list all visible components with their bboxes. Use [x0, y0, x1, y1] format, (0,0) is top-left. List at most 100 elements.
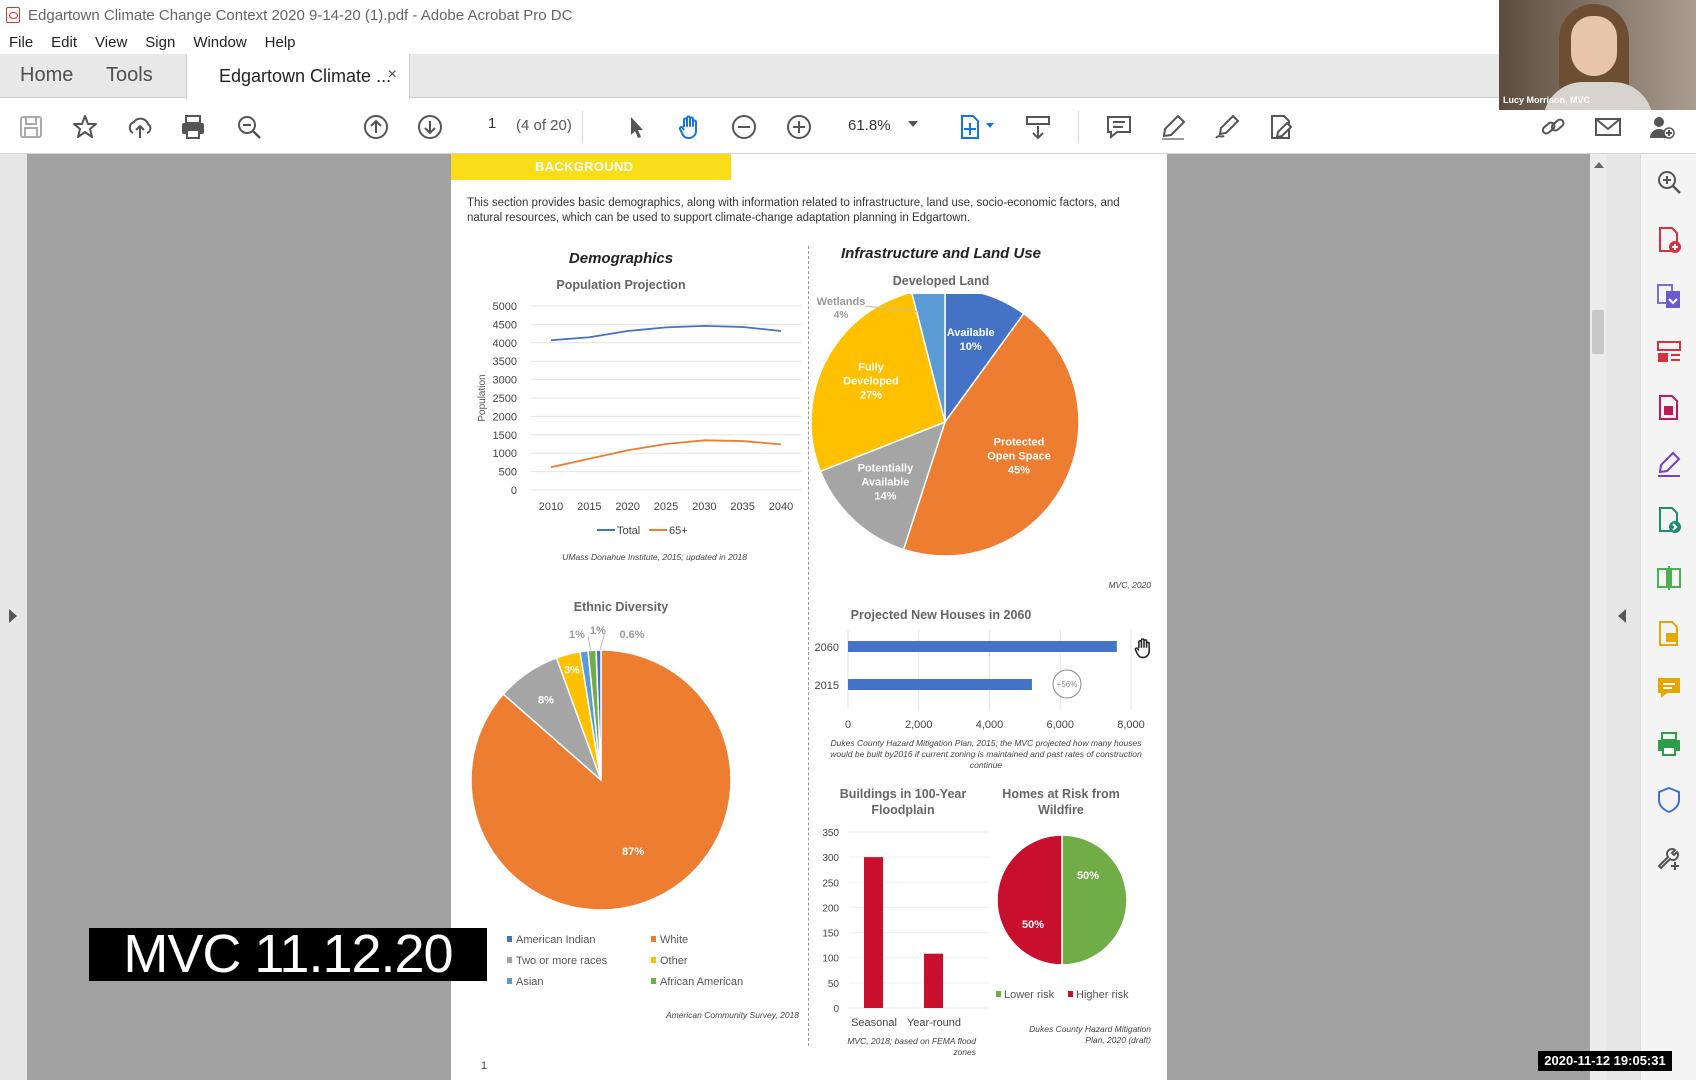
- zoom-search-icon[interactable]: [1655, 168, 1683, 196]
- scroll-up-icon[interactable]: [1594, 162, 1604, 168]
- wildfire-label-higher: 50%: [1022, 919, 1044, 931]
- print-icon[interactable]: [177, 111, 209, 143]
- print-production-icon[interactable]: [1655, 730, 1683, 758]
- select-cursor-icon[interactable]: [620, 111, 652, 143]
- add-user-icon[interactable]: [1646, 111, 1678, 143]
- legend-label: African American: [660, 976, 743, 988]
- tab-document[interactable]: Edgartown Climate ... ×: [186, 54, 410, 99]
- menu-edit[interactable]: Edit: [42, 34, 86, 51]
- sign-icon[interactable]: [1211, 111, 1243, 143]
- cloud-upload-icon[interactable]: [124, 111, 156, 143]
- column-divider: [808, 246, 809, 1046]
- y-tick-label: 0: [511, 485, 517, 497]
- tab-home[interactable]: Home: [20, 64, 73, 87]
- menu-file[interactable]: File: [0, 34, 42, 51]
- more-tools-icon[interactable]: [1655, 844, 1683, 872]
- tab-tools[interactable]: Tools: [106, 64, 153, 87]
- previous-page-icon[interactable]: [360, 111, 392, 143]
- projected-houses-title: Projected New Houses in 2060: [850, 608, 1032, 622]
- menu-help[interactable]: Help: [256, 34, 305, 51]
- comment-tool-icon[interactable]: [1655, 674, 1683, 702]
- y-tick-label: 5000: [493, 301, 517, 313]
- wildfire-source: Dukes County Hazard Mitigation Plan, 202…: [1029, 1024, 1151, 1045]
- menu-sign[interactable]: Sign: [136, 34, 184, 51]
- save-icon[interactable]: [15, 111, 47, 143]
- menu-window[interactable]: Window: [184, 34, 255, 51]
- email-icon[interactable]: [1592, 111, 1624, 143]
- menu-view[interactable]: View: [86, 34, 136, 51]
- y-tick-label: 2500: [493, 393, 517, 405]
- legend-label: White: [660, 934, 688, 946]
- send-file-icon[interactable]: [1655, 506, 1683, 534]
- x-tick-label: 2020: [615, 501, 639, 513]
- highlight-pen-icon[interactable]: [1157, 111, 1189, 143]
- vertical-scrollbar[interactable]: [1590, 154, 1606, 1080]
- y-tick-label: 2000: [493, 411, 517, 423]
- zoom-out-icon[interactable]: [728, 111, 760, 143]
- x-tick-label: 2035: [730, 501, 754, 513]
- close-tab-icon[interactable]: ×: [388, 66, 397, 84]
- zoom-level[interactable]: 61.8%: [848, 117, 891, 134]
- scroll-thumb[interactable]: [1592, 310, 1604, 354]
- bar-2060: [848, 641, 1117, 652]
- x-tick-label: 2,000: [905, 719, 933, 731]
- search-zoom-icon[interactable]: [233, 111, 265, 143]
- collapse-right-panel-icon[interactable]: [1618, 609, 1626, 623]
- tab-bar: Home Tools Edgartown Climate ... ×: [0, 54, 1696, 99]
- ethnic-diversity-title: Ethnic Diversity: [573, 600, 669, 614]
- next-page-icon[interactable]: [414, 111, 446, 143]
- comment-icon[interactable]: [1103, 111, 1135, 143]
- page-display-icon[interactable]: [954, 111, 986, 143]
- document-tab-label: Edgartown Climate ...: [219, 66, 392, 86]
- land-slice-label: 45%: [1008, 465, 1030, 477]
- wildfire-slice-higher-risk: [996, 834, 1063, 966]
- protect-icon[interactable]: [1655, 786, 1683, 814]
- video-person-face: [1571, 16, 1617, 76]
- y-tick-label: 100: [822, 954, 839, 965]
- star-icon[interactable]: [69, 111, 101, 143]
- toolbar-divider: [1078, 111, 1079, 143]
- floodplain-bar-chart: 0 50 100 150 200 250 300 350 Seasonal Year-round: [822, 828, 989, 1029]
- page-number-input[interactable]: 1: [472, 115, 512, 139]
- page-display-dropdown-icon[interactable]: [986, 123, 994, 128]
- land-slice-label: Fully: [858, 361, 885, 373]
- land-slice-label-wetlands-pct: 4%: [834, 310, 849, 321]
- y-axis-label: Population: [477, 374, 488, 421]
- projected-houses-bar-chart: 0 2,000 4,000 6,000 8,000 2060 2015 +56%: [815, 630, 1145, 731]
- edit-document-icon[interactable]: [1265, 111, 1297, 143]
- hand-tool-icon[interactable]: [674, 111, 706, 143]
- compare-files-icon[interactable]: [1655, 564, 1683, 592]
- wildfire-slice-lower-risk: [1061, 834, 1128, 966]
- pdf-page: BACKGROUND This section provides basic d…: [451, 154, 1167, 1080]
- create-pdf-icon[interactable]: [1655, 226, 1683, 254]
- export-pdf-icon[interactable]: [1655, 282, 1683, 310]
- developed-land-source: MVC, 2020: [1108, 580, 1151, 590]
- wildfire-title: Homes at Risk from Wildfire: [1002, 787, 1120, 817]
- floodplain-title: Buildings in 100-Year Floodplain: [839, 787, 967, 817]
- intro-paragraph: This section provides basic demographics…: [467, 197, 1120, 224]
- y-category-label: 2015: [815, 680, 839, 692]
- ethnic-label-american-indian: 0.6%: [619, 629, 644, 641]
- comment-pane-icon[interactable]: [1655, 620, 1683, 648]
- participant-video: Lucy Morrison, MVC: [1499, 0, 1696, 110]
- x-tick-label: 2010: [539, 501, 563, 513]
- zoom-dropdown-icon[interactable]: [908, 121, 918, 127]
- recording-timestamp: 2020-11-12 19:05:31: [1538, 1051, 1672, 1071]
- y-tick-label: 3000: [493, 375, 517, 387]
- scroll-mode-icon[interactable]: [1022, 111, 1054, 143]
- expand-left-panel-icon[interactable]: [9, 609, 17, 623]
- land-slice-label: Protected: [994, 437, 1045, 449]
- legend-swatch: [507, 978, 512, 984]
- x-tick-label: 4,000: [976, 719, 1004, 731]
- population-source: UMass Donahue Institute, 2015; updated i…: [562, 552, 747, 562]
- fill-sign-icon[interactable]: [1655, 450, 1683, 478]
- combine-files-icon[interactable]: [1655, 394, 1683, 422]
- developed-land-title: Developed Land: [892, 274, 990, 288]
- y-tick-label: 4500: [493, 319, 517, 331]
- share-link-icon[interactable]: [1537, 111, 1569, 143]
- organize-pages-icon[interactable]: [1655, 338, 1683, 366]
- x-tick-label: 8,000: [1117, 719, 1145, 731]
- bar-year-round: [924, 953, 943, 1008]
- zoom-in-icon[interactable]: [783, 111, 815, 143]
- population-chart-title: Population Projection: [556, 278, 686, 292]
